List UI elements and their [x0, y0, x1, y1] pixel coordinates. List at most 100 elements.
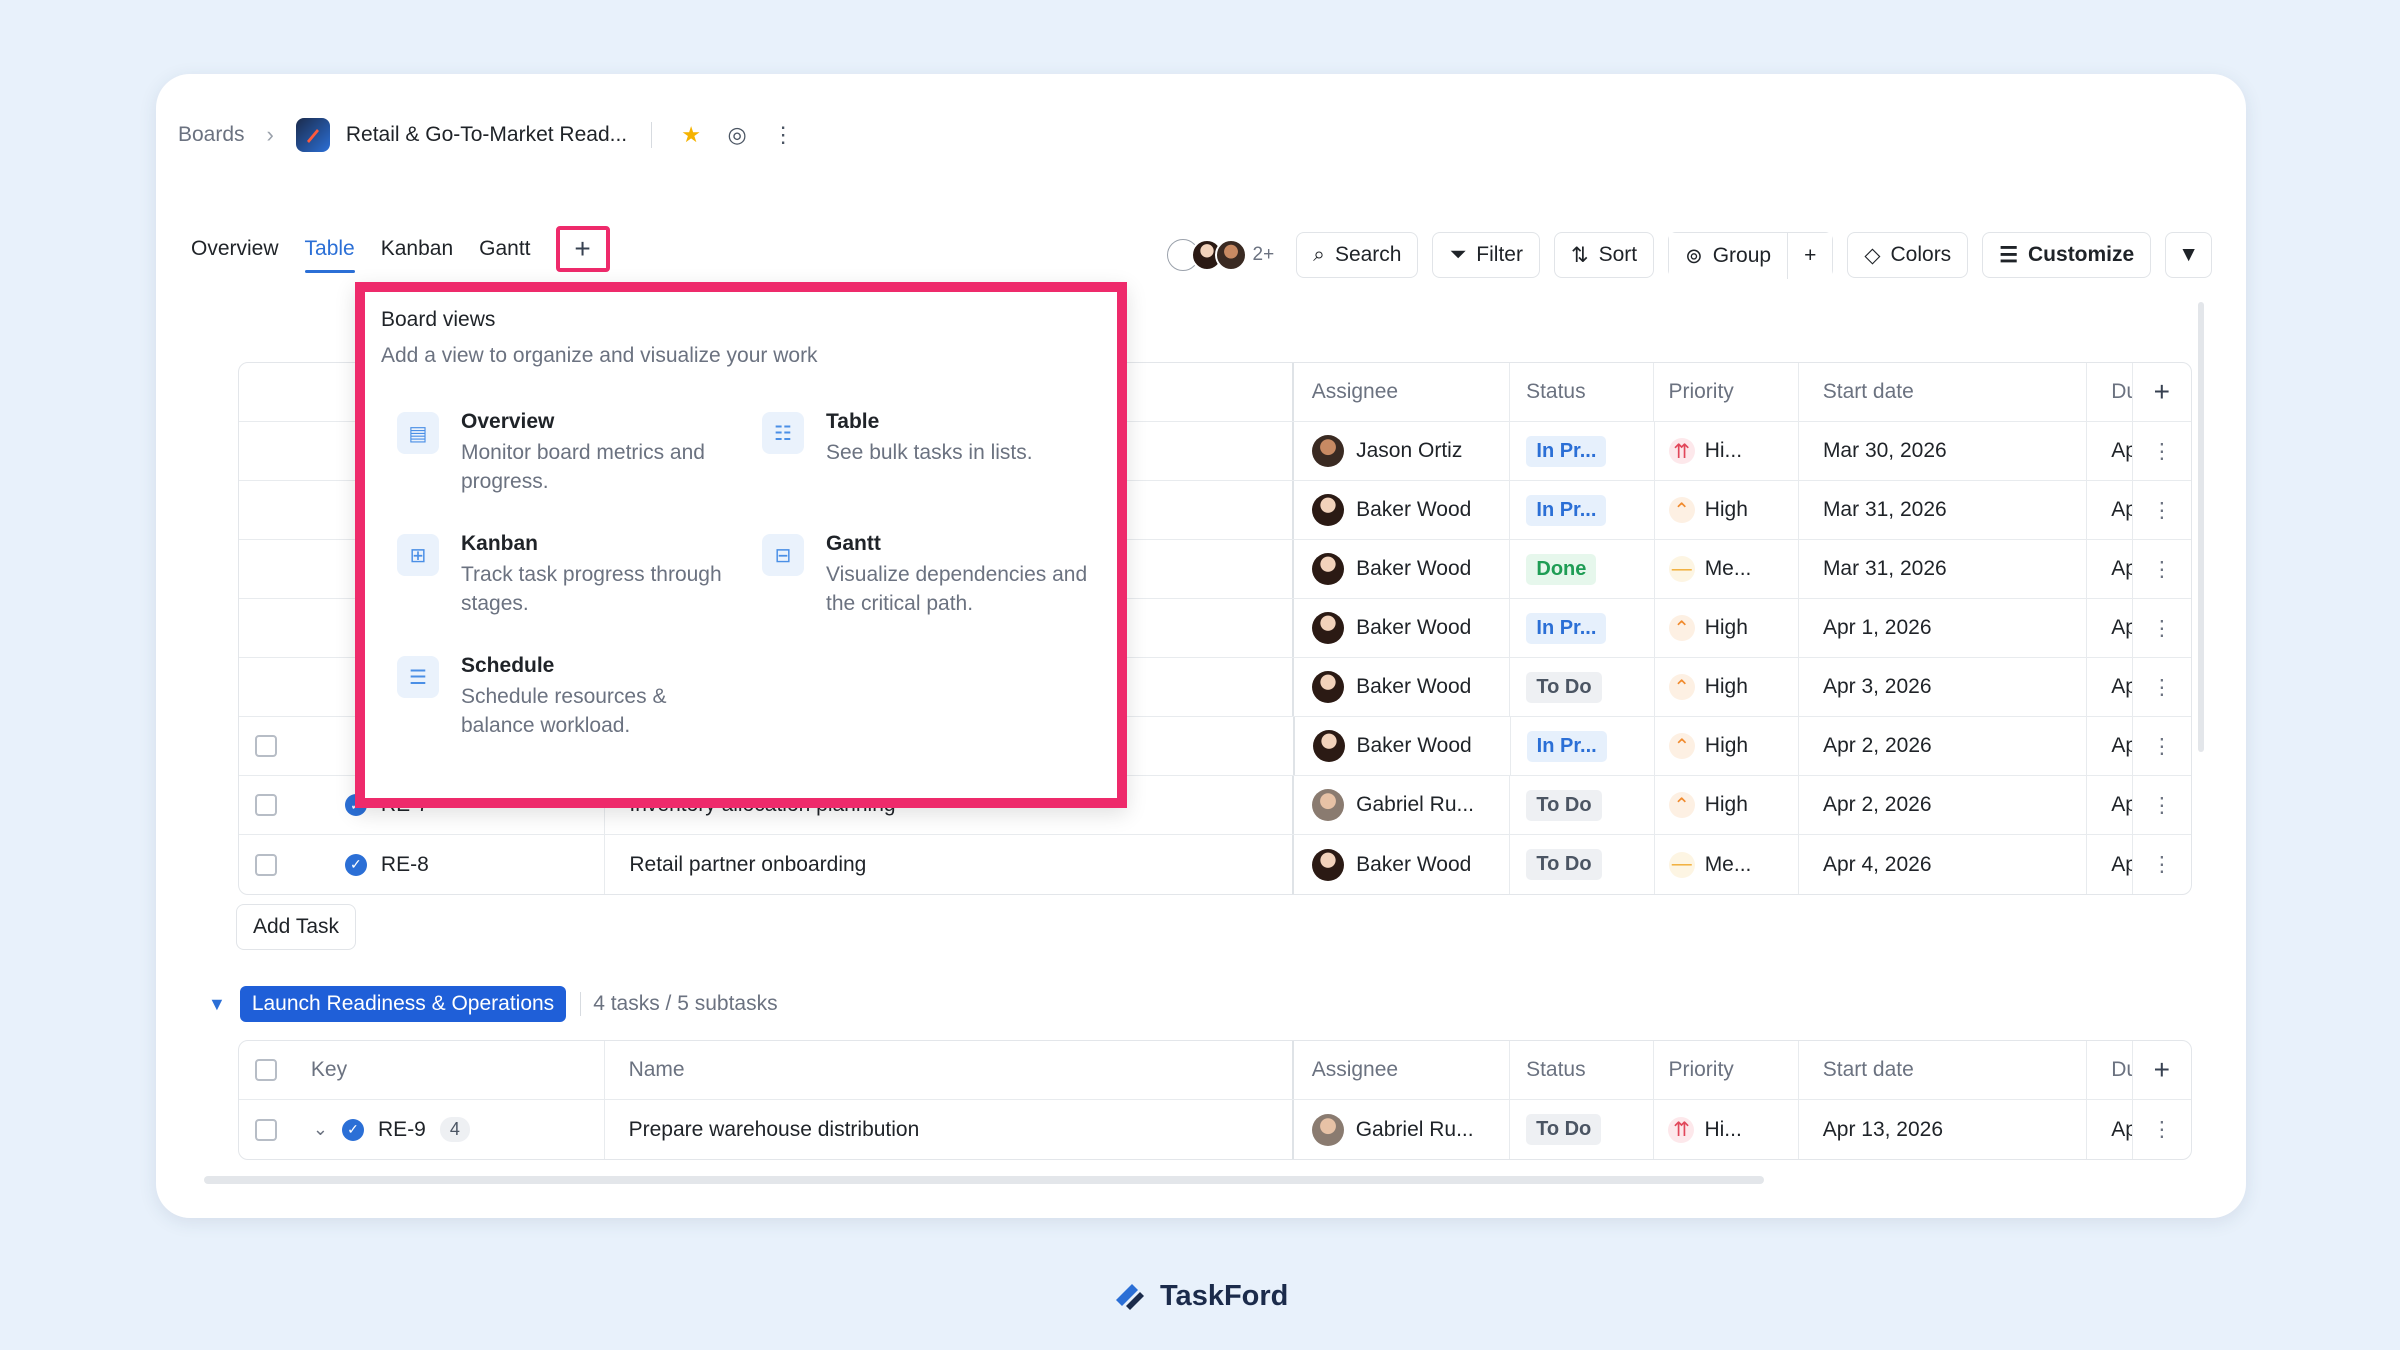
- add-column-button[interactable]: +: [2133, 1041, 2191, 1099]
- customize-button[interactable]: ☰ Customize: [1982, 232, 2152, 278]
- tab-overview[interactable]: Overview: [178, 233, 292, 265]
- due-date[interactable]: Ap: [2087, 717, 2133, 775]
- start-date[interactable]: Apr 2, 2026: [1799, 717, 2088, 775]
- search-button[interactable]: ⌕ Search: [1296, 232, 1419, 278]
- due-date[interactable]: Ap: [2087, 658, 2133, 716]
- horizontal-scrollbar[interactable]: [204, 1176, 1764, 1184]
- star-icon[interactable]: ★: [676, 120, 706, 150]
- row-checkbox[interactable]: [255, 735, 277, 757]
- due-date[interactable]: Ap: [2087, 422, 2133, 480]
- watch-icon[interactable]: ◎: [722, 120, 752, 150]
- start-date[interactable]: Apr 3, 2026: [1799, 658, 2088, 716]
- start-date[interactable]: Apr 13, 2026: [1799, 1100, 2088, 1159]
- priority-cell[interactable]: — Me...: [1655, 540, 1799, 598]
- due-date[interactable]: Ap: [2087, 1100, 2133, 1159]
- group-name[interactable]: Launch Readiness & Operations: [239, 986, 567, 1022]
- header-priority[interactable]: Priority: [1654, 1041, 1799, 1099]
- assignee-cell[interactable]: Baker Wood: [1295, 717, 1511, 775]
- start-date[interactable]: Apr 2, 2026: [1799, 776, 2088, 834]
- row-menu-icon[interactable]: ⋮: [2133, 422, 2191, 480]
- header-key[interactable]: Key: [293, 1041, 605, 1099]
- row-checkbox[interactable]: [255, 1118, 277, 1141]
- more-options-button[interactable]: ▼: [2165, 232, 2212, 278]
- view-option-schedule[interactable]: ☰ Schedule Schedule resources & balance …: [397, 654, 762, 740]
- row-menu-icon[interactable]: ⋮: [2133, 481, 2191, 539]
- due-date[interactable]: Ap: [2087, 599, 2133, 657]
- row-checkbox[interactable]: [255, 853, 277, 876]
- group-button[interactable]: ⊚ Group: [1669, 233, 1788, 279]
- status-cell[interactable]: In Pr...: [1510, 481, 1655, 539]
- row-menu-icon[interactable]: ⋮: [2133, 658, 2191, 716]
- add-column-button[interactable]: +: [2133, 363, 2191, 421]
- header-start-date[interactable]: Start date: [1799, 363, 2088, 421]
- more-vertical-icon[interactable]: ⋮: [768, 120, 798, 150]
- header-assignee[interactable]: Assignee: [1294, 363, 1511, 421]
- table-row[interactable]: ⌄ ✓ RE-9 4 Prepare warehouse distributio…: [239, 1100, 2191, 1159]
- collapse-caret-icon[interactable]: ▼: [208, 994, 226, 1015]
- status-cell[interactable]: In Pr...: [1510, 422, 1655, 480]
- view-option-gantt[interactable]: ⊟ Gantt Visualize dependencies and the c…: [762, 532, 1117, 618]
- view-option-overview[interactable]: ▤ Overview Monitor board metrics and pro…: [397, 410, 762, 496]
- add-view-button[interactable]: +: [555, 226, 610, 272]
- task-key[interactable]: RE-8: [381, 853, 429, 877]
- due-date[interactable]: Ap: [2087, 540, 2133, 598]
- due-date[interactable]: Ap: [2087, 776, 2133, 834]
- tab-gantt[interactable]: Gantt: [466, 233, 543, 265]
- row-menu-icon[interactable]: ⋮: [2133, 1100, 2191, 1159]
- status-cell[interactable]: To Do: [1510, 835, 1655, 894]
- priority-cell[interactable]: ⌃ High: [1655, 658, 1799, 716]
- assignee-cell[interactable]: Jason Ortiz: [1294, 422, 1511, 480]
- priority-cell[interactable]: — Me...: [1655, 835, 1799, 894]
- add-group-button[interactable]: +: [1787, 233, 1833, 279]
- start-date[interactable]: Mar 31, 2026: [1799, 481, 2088, 539]
- priority-cell[interactable]: ⌃ High: [1655, 481, 1799, 539]
- start-date[interactable]: Apr 1, 2026: [1799, 599, 2088, 657]
- header-name[interactable]: Name: [605, 1041, 1294, 1099]
- due-date[interactable]: Ap: [2087, 481, 2133, 539]
- colors-button[interactable]: ◇ Colors: [1847, 232, 1969, 278]
- task-key[interactable]: RE-9: [378, 1118, 426, 1142]
- board-title[interactable]: Retail & Go-To-Market Read...: [346, 123, 627, 147]
- priority-cell[interactable]: ⇈ Hi...: [1654, 1100, 1799, 1159]
- select-all-checkbox[interactable]: [255, 1059, 277, 1081]
- status-cell[interactable]: In Pr...: [1510, 599, 1655, 657]
- status-cell[interactable]: To Do: [1510, 1100, 1655, 1159]
- priority-cell[interactable]: ⇈ Hi...: [1655, 422, 1799, 480]
- assignee-cell[interactable]: Baker Wood: [1294, 481, 1511, 539]
- vertical-scrollbar[interactable]: [2198, 302, 2204, 752]
- task-name[interactable]: Prepare warehouse distribution: [605, 1100, 1294, 1159]
- row-menu-icon[interactable]: ⋮: [2133, 776, 2191, 834]
- filter-button[interactable]: ⏷ Filter: [1432, 232, 1540, 278]
- tab-kanban[interactable]: Kanban: [368, 233, 466, 265]
- expand-chevron-icon[interactable]: ⌄: [313, 1119, 328, 1140]
- header-assignee[interactable]: Assignee: [1294, 1041, 1511, 1099]
- table-row[interactable]: ✓ RE-8 Retail partner onboarding Baker W…: [239, 835, 2191, 894]
- priority-cell[interactable]: ⌃ High: [1655, 776, 1799, 834]
- sort-button[interactable]: ⇅ Sort: [1553, 232, 1655, 278]
- status-cell[interactable]: To Do: [1510, 776, 1655, 834]
- header-due[interactable]: Du: [2087, 363, 2133, 421]
- assignee-cell[interactable]: Baker Wood: [1294, 599, 1511, 657]
- row-menu-icon[interactable]: ⋮: [2133, 835, 2191, 894]
- breadcrumb-boards[interactable]: Boards: [178, 123, 245, 147]
- task-name[interactable]: Retail partner onboarding: [605, 835, 1295, 894]
- start-date[interactable]: Apr 4, 2026: [1799, 835, 2088, 894]
- row-menu-icon[interactable]: ⋮: [2133, 540, 2191, 598]
- due-date[interactable]: Ap: [2087, 835, 2133, 894]
- view-option-table[interactable]: ☷ Table See bulk tasks in lists.: [762, 410, 1117, 496]
- start-date[interactable]: Mar 30, 2026: [1799, 422, 2088, 480]
- priority-cell[interactable]: ⌃ High: [1655, 717, 1800, 775]
- view-option-kanban[interactable]: ⊞ Kanban Track task progress through sta…: [397, 532, 762, 618]
- row-menu-icon[interactable]: ⋮: [2133, 599, 2191, 657]
- assignee-cell[interactable]: Baker Wood: [1294, 835, 1511, 894]
- priority-cell[interactable]: ⌃ High: [1655, 599, 1799, 657]
- header-start-date[interactable]: Start date: [1799, 1041, 2088, 1099]
- member-avatars[interactable]: 2+: [1166, 239, 1274, 271]
- row-checkbox[interactable]: [255, 794, 277, 816]
- header-due[interactable]: Du: [2087, 1041, 2133, 1099]
- assignee-cell[interactable]: Baker Wood: [1294, 540, 1511, 598]
- status-cell[interactable]: Done: [1510, 540, 1655, 598]
- assignee-cell[interactable]: Gabriel Ru...: [1294, 1100, 1511, 1159]
- tab-table[interactable]: Table: [292, 233, 368, 273]
- status-cell[interactable]: In Pr...: [1511, 717, 1655, 775]
